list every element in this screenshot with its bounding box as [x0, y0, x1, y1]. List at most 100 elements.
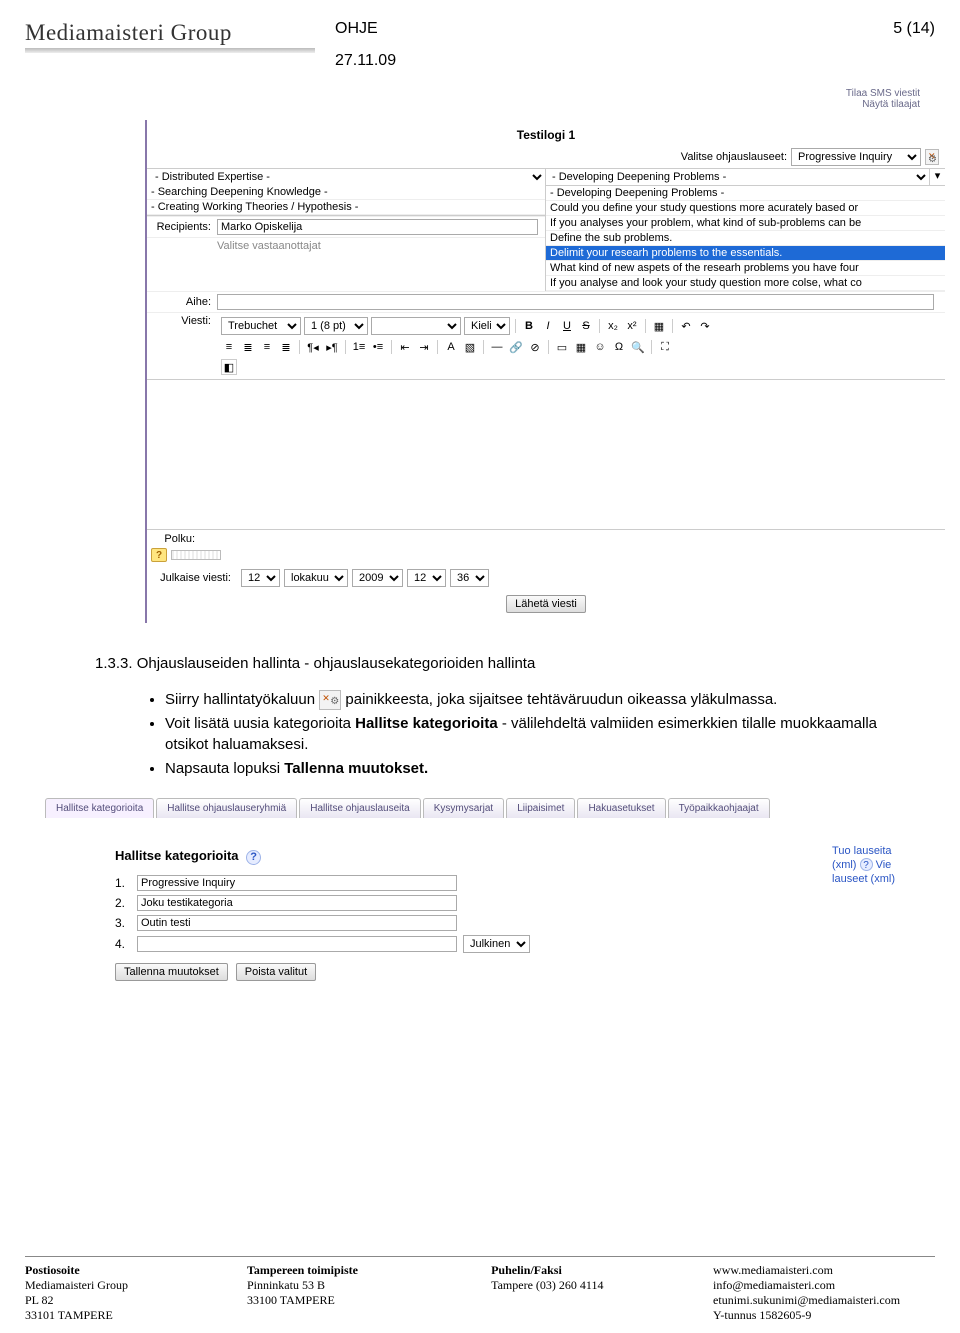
month-select[interactable]: lokakuu: [284, 569, 348, 587]
app-panel: Tilaa SMS viestit Näytä tilaajat Testilo…: [145, 120, 945, 623]
right-header-select[interactable]: - Developing Deepening Problems -: [546, 169, 929, 186]
tab-triggers[interactable]: Liipaisimet: [506, 798, 575, 818]
align-center-icon[interactable]: ≣: [240, 339, 256, 355]
bgcolor-icon[interactable]: ▧: [462, 339, 478, 355]
tab-sentences[interactable]: Hallitse ohjauslauseita: [299, 798, 421, 818]
ul-icon[interactable]: •≡: [370, 339, 386, 355]
valitse-select[interactable]: Progressive Inquiry: [791, 148, 921, 166]
tab-groups[interactable]: Hallitse ohjauslauseryhmiä: [156, 798, 297, 818]
align-left-icon[interactable]: ≡: [221, 339, 237, 355]
doc-type: OHJE: [335, 20, 855, 38]
help-icon[interactable]: ?: [151, 548, 167, 562]
aihe-label: Aihe:: [151, 296, 217, 308]
style-select[interactable]: [371, 317, 461, 335]
tab-question-sets[interactable]: Kysymysarjat: [423, 798, 504, 818]
recipient-input[interactable]: [217, 219, 538, 235]
link-sms[interactable]: Tilaa SMS viestit: [846, 88, 920, 99]
html-toggle-icon[interactable]: ◧: [221, 359, 237, 375]
tab-strip: Hallitse kategorioita Hallitse ohjauslau…: [45, 798, 915, 818]
fullscreen-icon[interactable]: ⛶: [657, 339, 673, 355]
valitse-label: Valitse ohjauslauseet:: [681, 151, 787, 163]
find-icon[interactable]: 🔍: [630, 339, 646, 355]
recipient-placeholder[interactable]: Valitse vastaanottajat: [217, 240, 541, 252]
logo-text: Mediamaisteri Group: [25, 20, 232, 45]
category-input-4[interactable]: [137, 936, 457, 952]
tab-workplace[interactable]: Työpaikkaohjaajat: [668, 798, 770, 818]
bullet-item: Napsauta lopuksi Tallenna muutokset.: [165, 758, 885, 780]
right-opt[interactable]: Define the sub problems.: [546, 231, 945, 246]
page-number: 5 (14): [855, 20, 935, 38]
left-list-select[interactable]: - Distributed Expertise -: [147, 169, 545, 185]
table-icon[interactable]: ▦: [573, 339, 589, 355]
year-select[interactable]: 2009: [352, 569, 403, 587]
link-show-subscribers[interactable]: Näytä tilaajat: [846, 99, 920, 110]
polku-label: Polku:: [151, 533, 201, 545]
aihe-input[interactable]: [217, 294, 934, 310]
delete-button[interactable]: Poista valitut: [236, 963, 316, 981]
unlink-icon[interactable]: ⊘: [527, 339, 543, 355]
rtl-icon[interactable]: ▸¶: [324, 339, 340, 355]
right-opt-selected[interactable]: Delimit your researh problems to the ess…: [546, 246, 945, 261]
align-justify-icon[interactable]: ≣: [278, 339, 294, 355]
char-icon[interactable]: Ω: [611, 339, 627, 355]
logo-underline: [25, 48, 315, 53]
right-opt[interactable]: - Developing Deepening Problems -: [546, 186, 945, 201]
bullet-item: Voit lisätä uusia kategorioita Hallitse …: [165, 713, 885, 757]
julkaise-label: Julkaise viesti:: [151, 572, 237, 584]
visibility-select[interactable]: Julkinen: [463, 935, 530, 953]
doc-date: 27.11.09: [335, 52, 855, 70]
bold-icon[interactable]: B: [521, 318, 537, 334]
hr-icon[interactable]: —: [489, 339, 505, 355]
right-opt[interactable]: If you analyse and look your study quest…: [546, 276, 945, 291]
editor-area[interactable]: [147, 379, 945, 529]
left-opt[interactable]: - Creating Working Theories / Hypothesis…: [147, 200, 545, 215]
clean-icon[interactable]: ▦: [651, 318, 667, 334]
category-input-3[interactable]: [137, 915, 457, 931]
right-opt[interactable]: Could you define your study questions mo…: [546, 201, 945, 216]
size-select[interactable]: 1 (8 pt): [304, 317, 368, 335]
viesti-label: Viesti:: [151, 315, 217, 327]
right-opt[interactable]: What kind of new aspets of the researh p…: [546, 261, 945, 276]
underline-icon[interactable]: U: [559, 318, 575, 334]
tab-categories[interactable]: Hallitse kategorioita: [45, 798, 154, 818]
lang-select[interactable]: Kieli: [464, 317, 510, 335]
save-button[interactable]: Tallenna muutokset: [115, 963, 228, 981]
footer-heading: Puhelin/Faksi: [491, 1263, 562, 1277]
image-icon[interactable]: ▭: [554, 339, 570, 355]
category-input-2[interactable]: [137, 895, 457, 911]
categories-title: Hallitse kategorioita ?: [115, 848, 875, 865]
left-opt[interactable]: - Searching Deepening Knowledge -: [147, 185, 545, 200]
subscript-icon[interactable]: x₂: [605, 318, 621, 334]
send-button[interactable]: Lähetä viesti: [506, 595, 586, 613]
superscript-icon[interactable]: x²: [624, 318, 640, 334]
day-select[interactable]: 12: [241, 569, 280, 587]
ol-icon[interactable]: 1≡: [351, 339, 367, 355]
bullet-item: Siirry hallintatyökaluun painikkeesta, j…: [165, 689, 885, 711]
outdent-icon[interactable]: ⇤: [397, 339, 413, 355]
link-icon[interactable]: 🔗: [508, 339, 524, 355]
strike-icon[interactable]: S: [578, 318, 594, 334]
import-export-links[interactable]: Tuo lauseita (xml) ? Vie lauseet (xml): [832, 844, 895, 887]
settings-icon[interactable]: [925, 150, 939, 164]
category-input-1[interactable]: [137, 875, 457, 891]
redo-icon[interactable]: ↷: [697, 318, 713, 334]
help-icon[interactable]: ?: [860, 858, 873, 871]
footer-heading: Tampereen toimipiste: [247, 1263, 358, 1277]
tab-search-settings[interactable]: Hakuasetukset: [577, 798, 665, 818]
undo-icon[interactable]: ↶: [678, 318, 694, 334]
recipients-label: Recipients:: [151, 221, 217, 233]
right-opt[interactable]: If you analyses your problem, what kind …: [546, 216, 945, 231]
footer: Postiosoite Mediamaisteri Group PL 82 33…: [25, 1256, 935, 1323]
italic-icon[interactable]: I: [540, 318, 556, 334]
font-select[interactable]: Trebuchet: [221, 317, 301, 335]
help-icon[interactable]: ?: [246, 850, 261, 865]
textcolor-icon[interactable]: A: [443, 339, 459, 355]
app-title: Testilogi 1: [147, 124, 945, 146]
ltr-icon[interactable]: ¶◂: [305, 339, 321, 355]
minute-select[interactable]: 36: [450, 569, 489, 587]
hour-select[interactable]: 12: [407, 569, 446, 587]
chevron-down-icon[interactable]: ▾: [929, 169, 945, 186]
indent-icon[interactable]: ⇥: [416, 339, 432, 355]
smiley-icon[interactable]: ☺: [592, 339, 608, 355]
align-right-icon[interactable]: ≡: [259, 339, 275, 355]
